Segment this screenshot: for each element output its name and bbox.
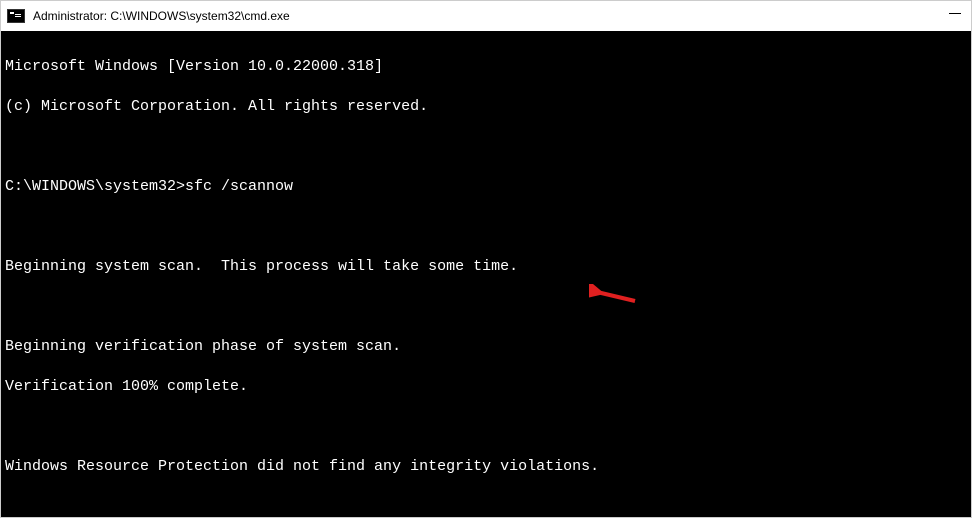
titlebar[interactable]: Administrator: C:\WINDOWS\system32\cmd.e… (1, 1, 971, 31)
prompt-path: C:\WINDOWS\system32> (5, 177, 185, 197)
terminal-line: Microsoft Windows [Version 10.0.22000.31… (5, 57, 967, 77)
terminal-line: Beginning verification phase of system s… (5, 337, 967, 357)
terminal-line: Verification 100% complete. (5, 377, 967, 397)
minimize-button[interactable] (949, 13, 961, 14)
window-title: Administrator: C:\WINDOWS\system32\cmd.e… (33, 9, 290, 23)
prompt-command: sfc /scannow (185, 177, 293, 197)
terminal-line (5, 217, 967, 237)
cmd-window: Administrator: C:\WINDOWS\system32\cmd.e… (0, 0, 972, 518)
terminal-body[interactable]: Microsoft Windows [Version 10.0.22000.31… (1, 31, 971, 517)
terminal-line: Beginning system scan. This process will… (5, 257, 967, 277)
terminal-line (5, 137, 967, 157)
terminal-line: (c) Microsoft Corporation. All rights re… (5, 97, 967, 117)
terminal-prompt-line: C:\WINDOWS\system32>sfc /scannow (5, 177, 967, 197)
cmd-app-icon (7, 9, 25, 23)
terminal-line (5, 417, 967, 437)
terminal-line (5, 497, 967, 517)
terminal-line: Windows Resource Protection did not find… (5, 457, 967, 477)
terminal-line (5, 297, 967, 317)
